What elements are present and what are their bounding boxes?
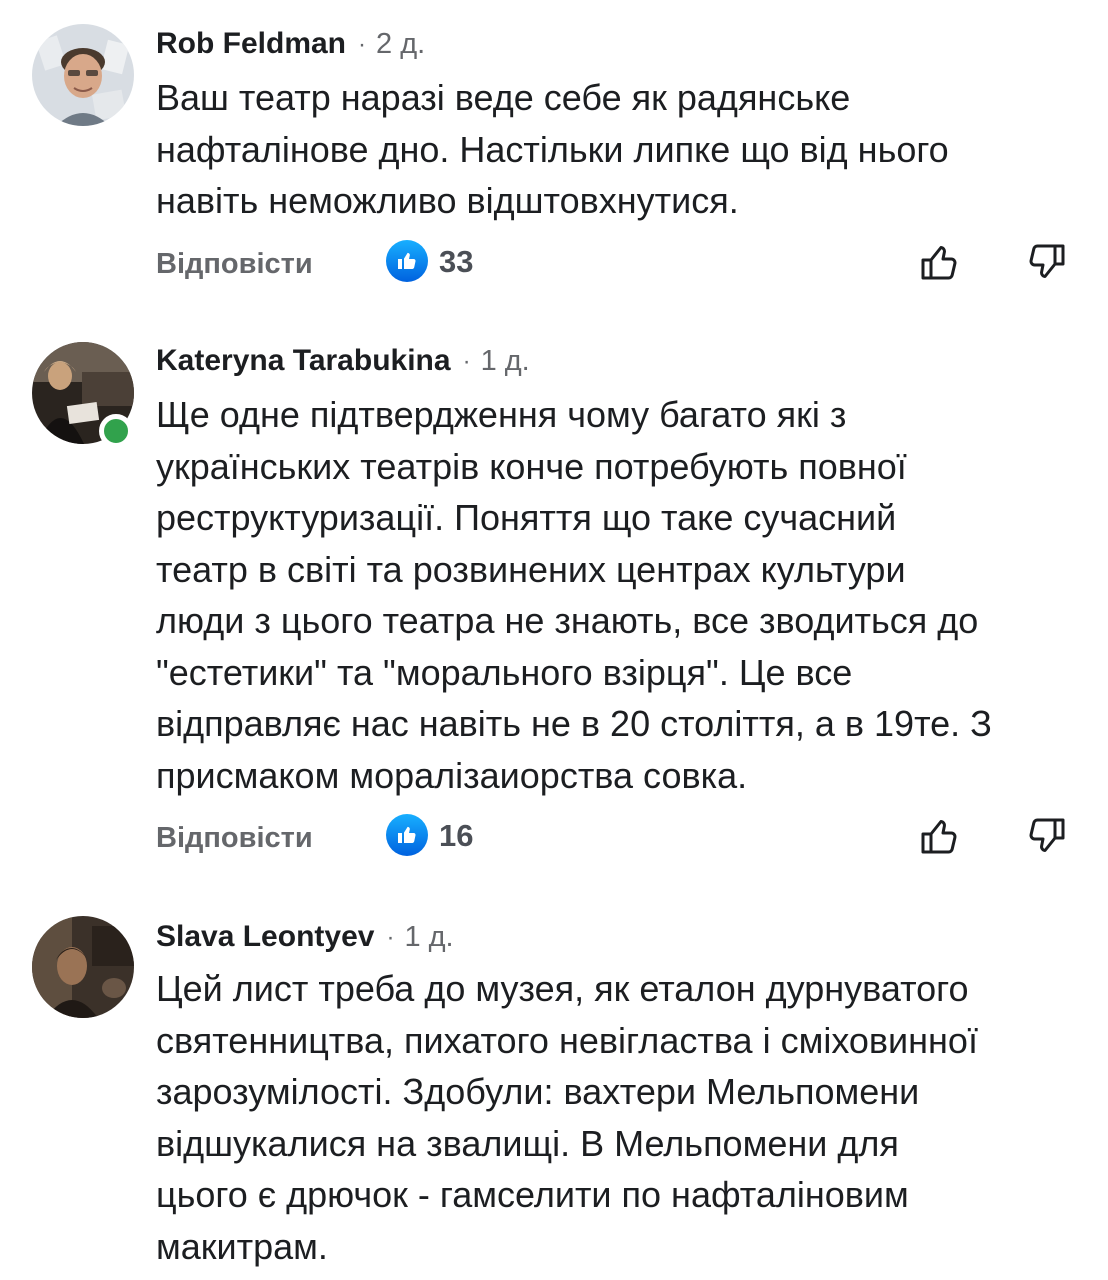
author-name[interactable]: Slava Leontyev — [156, 920, 374, 954]
timestamp[interactable]: 1 д. — [404, 921, 453, 954]
comment: Slava Leontyev · 1 д. Цей лист треба до … — [0, 0, 1108, 1280]
comment-text: Цей лист треба до музея, як еталон дурну… — [156, 968, 978, 1267]
avatar[interactable] — [32, 916, 134, 1018]
comment-header: Slava Leontyev · 1 д. — [156, 917, 454, 957]
separator-dot: · — [386, 924, 395, 951]
avatar-image — [32, 916, 134, 1018]
